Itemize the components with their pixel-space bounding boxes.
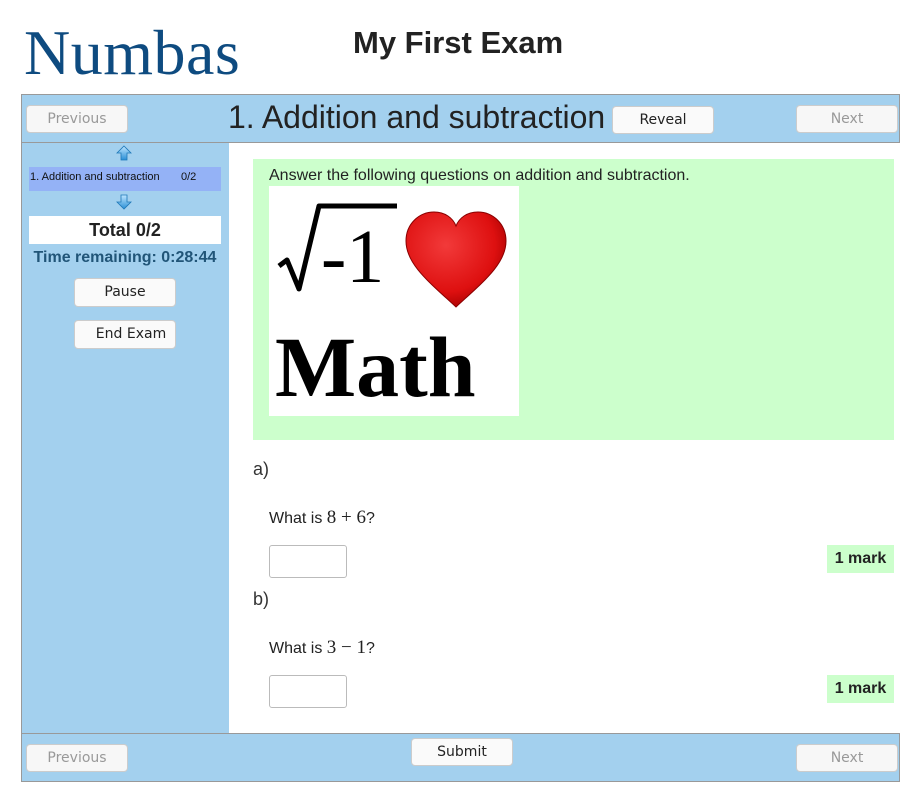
sidebar: 1. Addition and subtraction 0/2 Total 0/… — [21, 143, 229, 733]
part-a-prompt-suffix: ? — [366, 510, 375, 527]
bottom-nav-bar: Previous Submit Next — [21, 733, 900, 782]
part-b-prompt-text: What is — [269, 640, 327, 657]
part-a-marks: 1 mark — [827, 545, 894, 573]
image-text-math: Math — [275, 319, 476, 415]
next-button[interactable]: Next — [796, 105, 898, 133]
reveal-button[interactable]: Reveal — [612, 106, 714, 134]
pause-button[interactable]: Pause — [74, 278, 176, 307]
part-a-prompt: What is 8 + 6? — [269, 507, 375, 529]
question-content: Answer the following questions on additi… — [229, 143, 900, 733]
bottom-next-button[interactable]: Next — [796, 744, 898, 772]
image-text-sqrt: -1 — [321, 215, 384, 299]
part-a-math: 8 + 6 — [326, 507, 367, 528]
submit-button[interactable]: Submit — [411, 738, 513, 766]
previous-button[interactable]: Previous — [26, 105, 128, 133]
bottom-previous-button[interactable]: Previous — [26, 744, 128, 772]
total-score: Total 0/2 — [29, 216, 221, 244]
part-a-answer-input[interactable] — [269, 545, 347, 578]
numbas-logo: Numbas — [24, 17, 241, 88]
question-list-item-label: 1. Addition and subtraction — [30, 171, 160, 183]
part-a-prompt-text: What is — [269, 510, 327, 527]
part-b-prompt: What is 3 − 1? — [269, 637, 375, 659]
exam-title: My First Exam — [353, 25, 564, 60]
question-nav-bar: Previous 1. Addition and subtraction Rev… — [21, 94, 900, 143]
part-b-marks: 1 mark — [827, 675, 894, 703]
statement-text: Answer the following questions on additi… — [269, 167, 690, 184]
heart-icon — [405, 211, 507, 308]
time-remaining: Time remaining: 0:28:44 — [33, 249, 217, 266]
question-list-item-score: 0/2 — [181, 171, 197, 183]
part-b-math: 3 − 1 — [326, 637, 367, 658]
arrow-down-icon[interactable] — [116, 194, 132, 210]
question-list-item[interactable]: 1. Addition and subtraction 0/2 — [29, 167, 221, 191]
part-a-label: a) — [253, 459, 270, 479]
arrow-up-icon[interactable] — [116, 145, 132, 161]
part-b-prompt-suffix: ? — [366, 640, 375, 657]
question-title: 1. Addition and subtraction — [228, 99, 606, 135]
part-b-answer-input[interactable] — [269, 675, 347, 708]
math-love-image: -1 Math — [269, 186, 519, 416]
part-b-label: b) — [253, 589, 270, 609]
end-exam-button[interactable]: End Exam — [74, 320, 176, 349]
question-statement: Answer the following questions on additi… — [253, 159, 894, 440]
